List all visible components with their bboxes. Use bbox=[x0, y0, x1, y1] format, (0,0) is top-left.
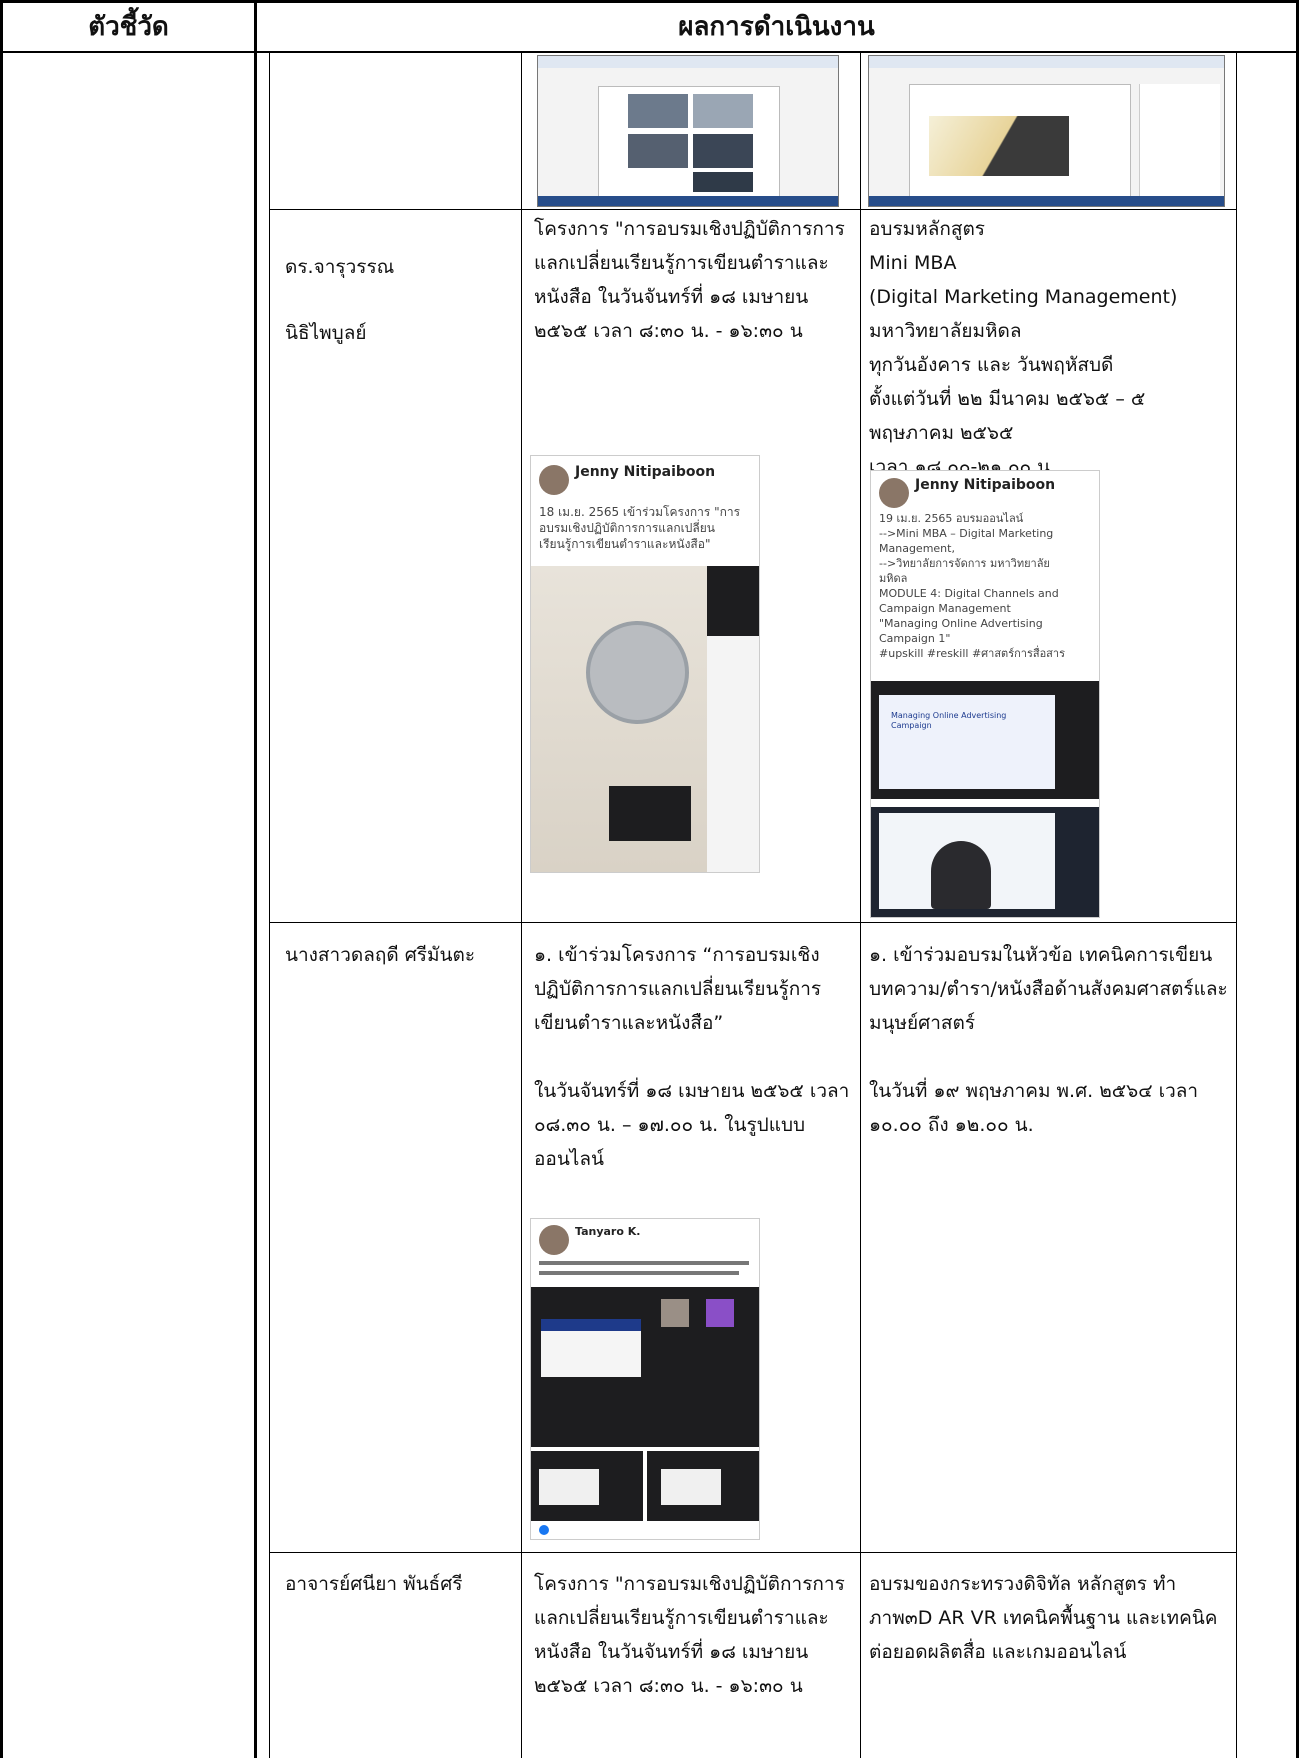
avatar bbox=[539, 1225, 569, 1255]
inner-col-b-divider bbox=[860, 53, 861, 1758]
header-divider bbox=[0, 51, 1299, 53]
window-toolbar bbox=[538, 56, 838, 68]
activity-description: โครงการ "การอบรมเชิงปฏิบัติการการ แลกเปล… bbox=[534, 1573, 845, 1697]
post-author: Tanyaro K. bbox=[575, 1225, 641, 1238]
taskbar bbox=[538, 196, 838, 206]
activity-description: โครงการ "การอบรมเชิงปฏิบัติการการ แลกเปล… bbox=[534, 218, 845, 342]
activity-description: อบรมของกระทรวงดิจิทัล หลักสูตร ทำ ภาพ๓D … bbox=[869, 1573, 1218, 1663]
inner-row-divider-3 bbox=[269, 1552, 1237, 1553]
person-name: อาจารย์ศนียา พันธ์ศรี bbox=[285, 1573, 463, 1595]
chat-header bbox=[707, 566, 759, 636]
activity-description: อบรมหลักสูตร Mini MBA (Digital Marketing… bbox=[869, 218, 1178, 478]
post-text-lines bbox=[539, 1261, 749, 1265]
zoom-slide bbox=[661, 1469, 721, 1505]
slide-title: Managing Online Advertising Campaign bbox=[891, 711, 1007, 730]
webinar-slide bbox=[879, 695, 1055, 789]
side-panel bbox=[1139, 84, 1220, 196]
presenter bbox=[931, 841, 991, 909]
video-tile bbox=[628, 134, 688, 168]
activity-description: ๑. เข้าร่วมอบรมในหัวข้อ เทคนิคการเขียน บ… bbox=[869, 944, 1228, 1136]
inner-left-border bbox=[269, 53, 270, 1758]
column-divider bbox=[254, 0, 257, 1758]
wall-clock bbox=[586, 621, 689, 724]
inner-right-border bbox=[1236, 53, 1237, 1758]
post-text: 19 เม.ย. 2565 อบรมออนไลน์ -->Mini MBA – … bbox=[879, 512, 1065, 660]
zoom-tile bbox=[661, 1299, 689, 1327]
taskbar bbox=[869, 196, 1224, 206]
zoom-tile bbox=[706, 1299, 734, 1327]
post-author: Jenny Nitipaiboon bbox=[575, 464, 716, 480]
video-tile bbox=[693, 172, 753, 192]
reactions-icon bbox=[539, 1525, 549, 1535]
post-text: 18 เม.ย. 2565 เข้าร่วมโครงการ "การ อบรมเ… bbox=[539, 505, 741, 551]
social-post: Tanyaro K. bbox=[530, 1218, 760, 1540]
avatar bbox=[879, 478, 909, 508]
avatar bbox=[539, 465, 569, 495]
inner-row-divider-2 bbox=[269, 922, 1237, 923]
table-left-border bbox=[0, 0, 3, 1758]
video-tile bbox=[693, 134, 753, 168]
slide-image bbox=[929, 116, 1069, 176]
video-tile bbox=[693, 94, 753, 128]
person-name: ดร.จารุวรรณ bbox=[285, 256, 395, 278]
video-tile bbox=[628, 94, 688, 128]
laptop bbox=[609, 786, 691, 841]
zoom-slide-header bbox=[541, 1319, 641, 1331]
social-post: Jenny Nitipaiboon 19 เม.ย. 2565 อบรมออนไ… bbox=[870, 470, 1100, 918]
header-results: ผลการดำเนินงาน bbox=[678, 12, 875, 42]
table-top-border bbox=[0, 0, 1299, 3]
post-text-lines bbox=[539, 1271, 739, 1275]
inner-row-divider-1 bbox=[269, 209, 1237, 210]
social-post: Jenny Nitipaiboon 18 เม.ย. 2565 เข้าร่วม… bbox=[530, 455, 760, 873]
screenshot-meeting-left bbox=[537, 55, 839, 207]
inner-col-a-divider bbox=[521, 53, 522, 1758]
zoom-slide bbox=[539, 1469, 599, 1505]
activity-description: ๑. เข้าร่วมโครงการ “การอบรมเชิง ปฏิบัติก… bbox=[534, 944, 850, 1170]
header-indicator: ตัวชี้วัด bbox=[88, 12, 169, 42]
screenshot-meeting-right bbox=[868, 55, 1225, 207]
person-name: นางสาวดลฤดี ศรีมันตะ bbox=[285, 944, 476, 966]
person-surname: นิธิไพบูลย์ bbox=[285, 322, 367, 344]
window-toolbar bbox=[869, 56, 1224, 68]
post-author: Jenny Nitipaiboon bbox=[915, 477, 1056, 493]
